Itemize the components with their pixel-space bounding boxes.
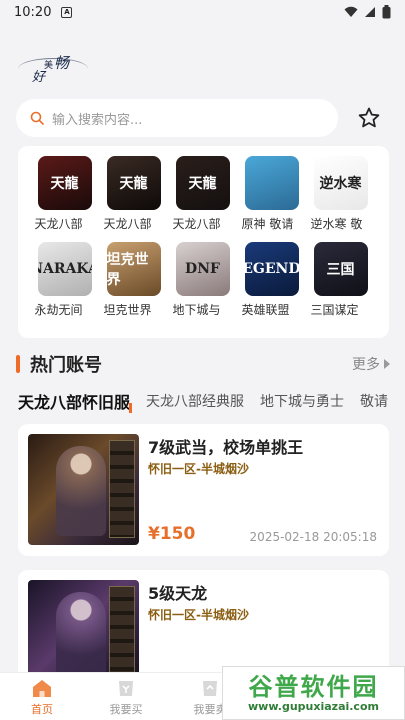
game-thumbnail: LEGENDS [244,242,299,296]
listing-date: 2025-02-18 20:05:18 [249,530,377,544]
nav-home[interactable]: 首页 [0,673,84,720]
listing-price: ¥150 [148,524,196,544]
star-icon [358,107,380,128]
game-name: 天龙八部 [103,217,152,231]
logo-char-2: 美 [44,61,54,71]
game-name: 逆水寒 敬 [310,217,363,231]
game-thumbnail: 逆水寒 [313,156,368,210]
listing-card[interactable]: 7级武当，校场单挑王 怀旧一区-半城烟沙 ¥150 2025-02-18 20:… [18,424,389,556]
game-item[interactable]: 天龍 天龙八部 [30,156,99,232]
tab-tlbb-nostalgic[interactable]: 天龙八部怀旧服 [18,389,133,413]
search-row: 输入搜索内容... [16,98,390,138]
game-item[interactable]: 天龍 天龙八部 [168,156,237,232]
listing-title: 5级天龙 [148,584,208,603]
site-watermark: 谷普软件园 www.gupuxiazai.com [222,666,405,720]
equipment-panel [109,586,135,684]
game-item[interactable]: 原神 敬请 [237,156,306,232]
listing-card[interactable]: 5级天龙 怀旧一区-半城烟沙 [18,570,389,691]
game-thumbnail: 天龍 [37,156,92,210]
game-thumbnail: 天龍 [175,156,230,210]
home-icon [33,679,51,697]
app-logo[interactable]: 好 美 畅 [18,50,88,90]
game-thumbnail: 坦克世界 [106,242,161,296]
game-name: 地下城与 [172,303,221,317]
game-name: 三国谋定 [310,303,359,317]
game-name: 原神 敬请 [241,217,294,231]
more-link[interactable]: 更多 [352,354,390,374]
logo-char-3: 畅 [54,54,70,72]
listing-server: 怀旧一区-半城烟沙 [148,608,249,622]
watermark-url: www.gupuxiazai.com [248,699,379,713]
status-bar: 10:20 A [0,0,405,24]
search-input[interactable]: 输入搜索内容... [16,99,338,137]
search-placeholder: 输入搜索内容... [52,112,143,128]
tab-tlbb-classic[interactable]: 天龙八部经典服 [146,391,244,411]
game-thumbnail: 天龍 [106,156,161,210]
status-time: 10:20 [14,4,52,20]
character-figure [56,446,106,536]
game-item[interactable]: 三国 三国谋定 [306,242,375,318]
section-accent-bar [16,355,20,373]
game-item[interactable]: 逆水寒 逆水寒 敬 [306,156,375,232]
equipment-panel [109,440,135,538]
listing-server: 怀旧一区-半城烟沙 [148,462,249,476]
game-item[interactable]: NARAKA 永劫无间 [30,242,99,318]
game-thumbnail: DNF [175,242,230,296]
watermark-title: 谷普软件园 [248,672,379,701]
game-thumbnail: NARAKA [37,242,92,296]
listing-title: 7级武当，校场单挑王 [148,438,304,457]
game-item[interactable]: 坦克世界 坦克世界 [99,242,168,318]
character-figure [56,592,106,682]
game-name: 坦克世界 [103,303,152,317]
buy-icon [119,680,133,696]
game-item[interactable]: DNF 地下城与 [168,242,237,318]
nav-buy-label: 我要买 [109,702,143,716]
game-name: 英雄联盟 [241,303,290,317]
favorites-button[interactable] [352,101,386,135]
games-card: 天龍天龙八部天龍天龙八部天龍天龙八部原神 敬请逆水寒逆水寒 敬NARAKA永劫无… [18,146,389,338]
nav-buy[interactable]: 我要买 [84,673,168,720]
game-item[interactable]: 天龍 天龙八部 [99,156,168,232]
sell-icon [203,680,217,696]
tab-dnf[interactable]: 地下城与勇士 [260,391,344,411]
chevron-right-icon [384,359,390,369]
tab-coming-soon[interactable]: 敬请 [360,391,388,411]
section-title: 热门账号 [30,355,102,376]
game-thumbnail: 三国 [313,242,368,296]
header: 好 美 畅 [0,24,405,94]
game-name: 永劫无间 [34,303,83,317]
game-thumbnail [244,156,299,210]
search-icon [30,111,44,125]
nav-home-label: 首页 [31,702,53,716]
game-item[interactable]: LEGENDS 英雄联盟 [237,242,306,318]
listing-screenshot [28,434,139,545]
battery-icon [382,5,391,19]
signal-icon [365,7,375,17]
game-name: 天龙八部 [172,217,221,231]
hot-accounts-header: 热门账号 更多 [16,350,390,378]
more-label: 更多 [352,357,380,373]
wifi-icon [344,6,358,17]
category-tabs: 天龙八部怀旧服 天龙八部经典服 地下城与勇士 敬请 [18,388,405,414]
game-name: 天龙八部 [34,217,83,231]
game-grid: 天龍天龙八部天龍天龙八部天龍天龙八部原神 敬请逆水寒逆水寒 敬NARAKA永劫无… [30,156,382,318]
notification-app-icon: A [61,6,73,18]
